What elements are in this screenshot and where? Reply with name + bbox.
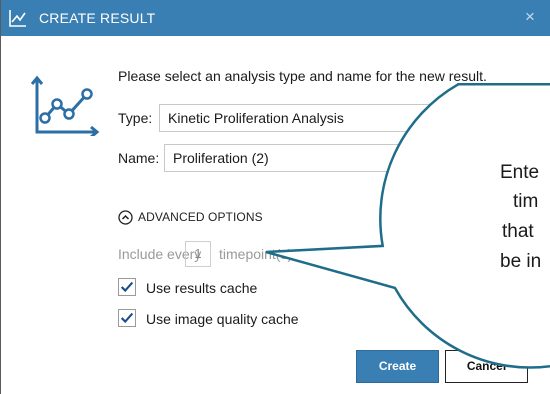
- dialog-title: CREATE RESULT: [39, 10, 156, 26]
- checkmark-icon: [120, 281, 134, 293]
- name-field[interactable]: Proliferation (2): [164, 144, 539, 172]
- type-select[interactable]: Kinetic Proliferation Analysis: [159, 104, 539, 132]
- use-image-quality-cache-checkbox[interactable]: [118, 309, 136, 327]
- instruction-text: Please select an analysis type and name …: [118, 68, 487, 84]
- use-image-quality-cache-label: Use image quality cache: [146, 311, 299, 327]
- timepoint-interval-input[interactable]: 1: [185, 241, 211, 267]
- line-chart-icon: [9, 10, 26, 27]
- cancel-button[interactable]: Cancel: [445, 350, 528, 383]
- callout-line-3: that: [502, 221, 534, 242]
- callout-line-1: Ente: [500, 162, 540, 183]
- callout-line-4: be in: [500, 251, 542, 272]
- name-label: Name:: [118, 150, 160, 166]
- callout-line-2: tim: [513, 191, 539, 212]
- use-results-cache-checkbox[interactable]: [118, 278, 136, 296]
- close-icon[interactable]: ×: [521, 8, 539, 26]
- timepoints-suffix-label: timepoint(s).: [219, 246, 297, 262]
- chevron-up-circle-icon: [118, 209, 133, 225]
- type-label: Type:: [118, 110, 153, 126]
- advanced-options-toggle[interactable]: ADVANCED OPTIONS: [118, 209, 263, 225]
- title-bar: CREATE RESULT ×: [1, 0, 550, 36]
- advanced-options-label: ADVANCED OPTIONS: [138, 210, 263, 224]
- line-chart-icon: [31, 75, 100, 136]
- create-button[interactable]: Create: [356, 350, 439, 383]
- create-result-dialog: CREATE RESULT × Please select an analysi…: [0, 0, 550, 394]
- use-results-cache-label: Use results cache: [146, 280, 258, 296]
- checkmark-icon: [120, 312, 134, 324]
